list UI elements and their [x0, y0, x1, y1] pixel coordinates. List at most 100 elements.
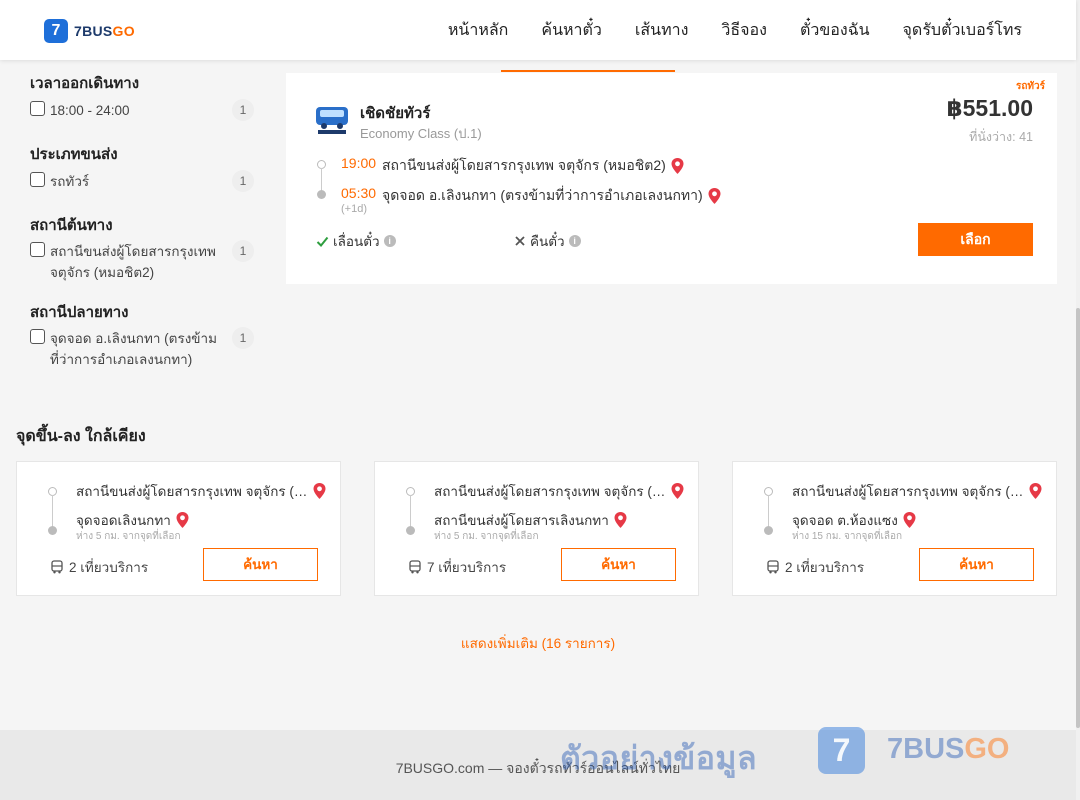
- arrive-time: 05:30: [341, 185, 377, 201]
- trips-count: 2 เที่ยวบริการ: [69, 560, 149, 575]
- bus-icon: [409, 560, 421, 574]
- filter-label: รถทัวร์: [50, 174, 90, 189]
- count-badge: 1: [232, 327, 254, 349]
- trip-card: รถทัวร์ เชิดชัยทัวร์ Economy Class (ป.1)…: [286, 73, 1057, 284]
- nearby-card: สถานีขนส่งผู้โดยสารกรุงเทพ จตุจักร (หมอช…: [374, 461, 699, 596]
- filter-title-transport-type: ประเภทขนส่ง: [30, 146, 118, 163]
- search-button[interactable]: ค้นหา: [919, 548, 1034, 581]
- arrive-station-name: จุดจอด อ.เลิงนกทา (ตรงข้ามที่ว่าการอำเภอ…: [382, 187, 703, 203]
- route-end-dot: [406, 526, 415, 535]
- operator-logo: [316, 107, 348, 134]
- show-more-link[interactable]: แสดงเพิ่มเติม (16 รายการ): [0, 632, 1076, 654]
- scrollbar-thumb[interactable]: [1076, 308, 1080, 728]
- route-line: [768, 495, 769, 528]
- nav-search-tickets[interactable]: ค้นหาตั๋ว: [541, 18, 602, 43]
- nearby-to-name: จุดจอดเลิงนกทา: [76, 513, 171, 528]
- search-button[interactable]: ค้นหา: [561, 548, 676, 581]
- nearby-distance: ห่าง 5 กม. จากจุดที่เลือก: [76, 531, 181, 542]
- nearby-trips: 2 เที่ยวบริการ: [766, 556, 864, 578]
- filter-title-destination: สถานีปลายทาง: [30, 304, 129, 321]
- nav-ticket-pickup-phone[interactable]: จุดรับตั๋วเบอร์โทร: [903, 18, 1022, 43]
- watermark-text: ตัวอย่างข้อมูล: [560, 740, 758, 776]
- nav-my-tickets[interactable]: ตั๋วของฉัน: [800, 18, 870, 43]
- top-header: 7 7BUSGO หน้าหลัก ค้นหาตั๋ว เส้นทาง วิธี…: [0, 0, 1076, 60]
- map-pin-icon[interactable]: [1028, 482, 1043, 500]
- logo-wordmark: 7BUSGO: [74, 23, 135, 39]
- nearby-from-name: สถานีขนส่งผู้โดยสารกรุงเทพ จตุจักร (หมอช…: [76, 484, 308, 499]
- count-badge: 1: [232, 170, 254, 192]
- nav-routes[interactable]: เส้นทาง: [635, 18, 689, 43]
- nearby-to: จุดจอด ต.ห้องแซง: [792, 509, 917, 531]
- nearby-to: สถานีขนส่งผู้โดยสารเลิงนกทา: [434, 509, 628, 531]
- route-line: [52, 495, 53, 528]
- nearby-card: สถานีขนส่งผู้โดยสารกรุงเทพ จตุจักร (หมอช…: [16, 461, 341, 596]
- transport-type-tag: รถทัวร์: [1015, 81, 1045, 92]
- filter-label: 18:00 - 24:00: [50, 103, 130, 118]
- logo-badge: 7: [44, 19, 68, 43]
- nearby-from: สถานีขนส่งผู้โดยสารกรุงเทพ จตุจักร (หมอช…: [76, 480, 336, 502]
- refund-label: คืนตั๋ว: [530, 234, 565, 249]
- map-pin-icon[interactable]: [670, 157, 685, 175]
- site-logo[interactable]: 7 7BUSGO: [44, 19, 135, 43]
- map-pin-icon[interactable]: [312, 482, 327, 500]
- checkbox[interactable]: [30, 172, 45, 187]
- route-end-dot: [48, 526, 57, 535]
- nearby-distance: ห่าง 5 กม. จากจุดที่เลือก: [434, 531, 539, 542]
- nav-home[interactable]: หน้าหลัก: [448, 18, 509, 43]
- nearby-from-name: สถานีขนส่งผู้โดยสารกรุงเทพ จตุจักร (หมอช…: [792, 484, 1024, 499]
- main-nav: หน้าหลัก ค้นหาตั๋ว เส้นทาง วิธีจอง ตั๋วข…: [448, 0, 1022, 60]
- nearby-card: สถานีขนส่งผู้โดยสารกรุงเทพ จตุจักร (หมอช…: [732, 461, 1057, 596]
- nav-how-to-book[interactable]: วิธีจอง: [721, 18, 767, 43]
- bus-class: Economy Class (ป.1): [360, 126, 482, 141]
- refund-policy: คืนตั๋ว i: [514, 230, 581, 252]
- info-icon[interactable]: i: [383, 235, 396, 247]
- checkbox[interactable]: [30, 329, 45, 344]
- map-pin-icon[interactable]: [175, 511, 190, 529]
- depart-time: 19:00: [341, 155, 377, 171]
- ticket-price: ฿551.00: [946, 95, 1033, 121]
- filter-label: จุดจอด อ.เลิงนกทา (ตรงข้ามที่ว่าการอำเภอ…: [50, 331, 217, 367]
- trips-count: 2 เที่ยวบริการ: [785, 560, 865, 575]
- map-pin-icon[interactable]: [707, 187, 722, 205]
- nearby-to-name: จุดจอด ต.ห้องแซง: [792, 513, 898, 528]
- map-pin-icon[interactable]: [613, 511, 628, 529]
- map-pin-icon[interactable]: [670, 482, 685, 500]
- operator-name: เชิดชัยทัวร์: [360, 105, 431, 122]
- nearby-to-name: สถานีขนส่งผู้โดยสารเลิงนกทา: [434, 513, 609, 528]
- route-end-dot: [764, 526, 773, 535]
- seats-available: ที่นั่งว่าง: 41: [969, 130, 1033, 144]
- next-day-indicator: (+1d): [341, 203, 367, 215]
- bus-icon: [767, 560, 779, 574]
- checkbox[interactable]: [30, 101, 45, 116]
- route-line: [410, 495, 411, 528]
- nearby-distance: ห่าง 15 กม. จากจุดที่เลือก: [792, 531, 903, 542]
- check-icon: [316, 236, 329, 247]
- nearby-section-title: จุดขึ้น-ลง ใกล้เคียง: [16, 428, 146, 445]
- search-button[interactable]: ค้นหา: [203, 548, 318, 581]
- nearby-from-name: สถานีขนส่งผู้โดยสารกรุงเทพ จตุจักร (หมอช…: [434, 484, 666, 499]
- info-icon[interactable]: i: [568, 235, 581, 247]
- filter-title-departure-time: เวลาออกเดินทาง: [30, 75, 140, 92]
- depart-station-name: สถานีขนส่งผู้โดยสารกรุงเทพ จตุจักร (หมอช…: [382, 157, 666, 173]
- reschedule-policy: เลื่อนตั๋ว i: [316, 230, 396, 252]
- count-badge: 1: [232, 240, 254, 262]
- watermark-logo-badge: 7: [818, 727, 865, 774]
- filter-label: สถานีขนส่งผู้โดยสารกรุงเทพ จตุจักร (หมอช…: [50, 244, 216, 280]
- arrive-station: จุดจอด อ.เลิงนกทา (ตรงข้ามที่ว่าการอำเภอ…: [382, 185, 722, 207]
- filter-title-origin: สถานีต้นทาง: [30, 217, 113, 234]
- map-pin-icon[interactable]: [902, 511, 917, 529]
- checkbox[interactable]: [30, 242, 45, 257]
- bus-icon: [51, 560, 63, 574]
- watermark-brand: 7BUSGO: [887, 733, 1010, 765]
- reschedule-label: เลื่อนตั๋ว: [333, 234, 380, 249]
- nearby-from: สถานีขนส่งผู้โดยสารกรุงเทพ จตุจักร (หมอช…: [434, 480, 694, 502]
- count-badge: 1: [232, 99, 254, 121]
- nearby-to: จุดจอดเลิงนกทา: [76, 509, 190, 531]
- nearby-from: สถานีขนส่งผู้โดยสารกรุงเทพ จตุจักร (หมอช…: [792, 480, 1052, 502]
- active-tab-indicator: [501, 60, 675, 72]
- nearby-trips: 7 เที่ยวบริการ: [408, 556, 506, 578]
- route-end-dot: [317, 190, 326, 199]
- trips-count: 7 เที่ยวบริการ: [427, 560, 507, 575]
- cross-icon: [515, 236, 525, 246]
- select-trip-button[interactable]: เลือก: [918, 223, 1033, 256]
